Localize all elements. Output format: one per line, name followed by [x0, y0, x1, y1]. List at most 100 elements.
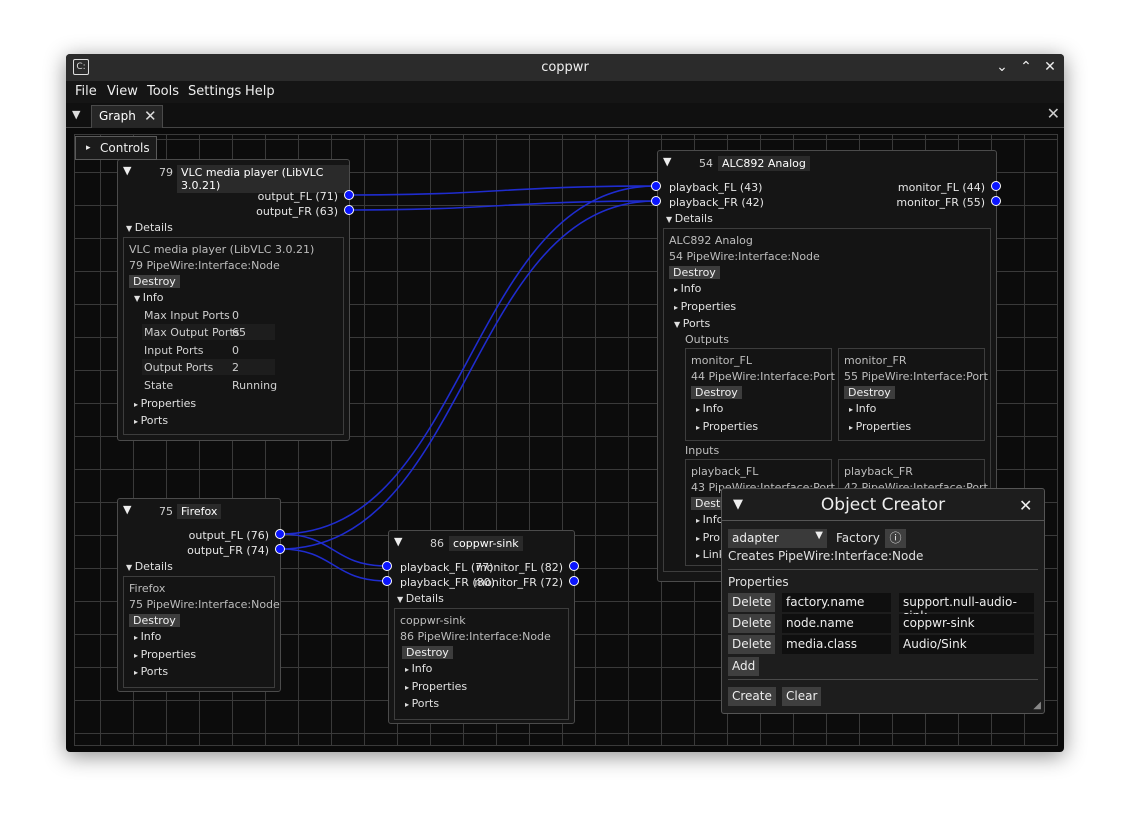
- title-bar[interactable]: C: coppwr ⌄ ⌃ ✕: [66, 54, 1064, 81]
- info-icon[interactable]: ⓘ: [885, 529, 906, 548]
- property-value-input[interactable]: coppwr-sink: [899, 614, 1034, 633]
- delete-button[interactable]: Delete: [728, 593, 776, 612]
- port-pin[interactable]: [569, 576, 579, 586]
- node-id: 86: [430, 537, 444, 550]
- info-key: Input Ports: [144, 344, 204, 357]
- collapse-icon[interactable]: ▼: [394, 535, 402, 548]
- delete-button[interactable]: Delete: [728, 614, 776, 633]
- minimize-icon[interactable]: ⌄: [994, 59, 1010, 75]
- details-panel: coppwr-sink 86 PipeWire:Interface:Node D…: [394, 608, 569, 720]
- ports-toggle[interactable]: ▸ Ports: [134, 665, 168, 678]
- properties-toggle[interactable]: ▸ Properties: [405, 680, 467, 693]
- ports-toggle[interactable]: ▸ Ports: [405, 697, 439, 710]
- node-title[interactable]: Firefox: [177, 504, 222, 519]
- port-pin[interactable]: [275, 544, 285, 554]
- close-icon[interactable]: ✕: [1019, 496, 1032, 515]
- property-value-input[interactable]: Audio/Sink: [899, 635, 1034, 654]
- factory-select[interactable]: adapter ▼: [728, 529, 827, 548]
- node-vlc[interactable]: ▼ 79 VLC media player (LibVLC 3.0.21) ou…: [117, 159, 350, 441]
- properties-label: Properties: [728, 575, 789, 589]
- info-toggle[interactable]: ▸ Info: [849, 402, 876, 415]
- destroy-button[interactable]: Destroy: [402, 646, 453, 659]
- port-pin[interactable]: [382, 576, 392, 586]
- collapse-icon[interactable]: ▼: [123, 164, 131, 177]
- info-value: 65: [232, 326, 246, 339]
- factory-select-value: adapter: [732, 531, 779, 545]
- properties-toggle[interactable]: ▸ Properties: [849, 420, 911, 433]
- resize-grip-icon[interactable]: ◢: [1033, 700, 1041, 711]
- properties-toggle[interactable]: ▸ Properties: [674, 300, 736, 313]
- details-toggle[interactable]: ▼ Details: [126, 560, 173, 573]
- destroy-button[interactable]: Destroy: [129, 614, 180, 627]
- node-name: VLC media player (LibVLC 3.0.21): [129, 243, 315, 256]
- destroy-button[interactable]: Destroy: [844, 386, 895, 399]
- destroy-button[interactable]: Destroy: [669, 266, 720, 279]
- node-firefox[interactable]: ▼ 75 Firefox output_FL (76) output_FR (7…: [117, 498, 281, 692]
- info-toggle[interactable]: ▸ Info: [696, 402, 723, 415]
- collapse-icon[interactable]: ▼: [123, 503, 131, 516]
- collapse-icon[interactable]: ▼: [663, 155, 671, 168]
- port-pin[interactable]: [569, 561, 579, 571]
- inputs-label: Inputs: [685, 444, 720, 457]
- node-interface: 54 PipeWire:Interface:Node: [669, 250, 820, 263]
- property-key-input[interactable]: factory.name: [782, 593, 891, 612]
- port-label: output_FR (63): [256, 205, 338, 218]
- info-toggle[interactable]: ▸ Info: [134, 630, 161, 643]
- menu-settings[interactable]: Settings: [188, 84, 241, 99]
- port-pin[interactable]: [651, 196, 661, 206]
- port-label: monitor_FR (55): [896, 196, 985, 209]
- port-label: output_FR (74): [187, 544, 269, 557]
- menu-view[interactable]: View: [107, 84, 138, 99]
- info-value: 2: [232, 361, 239, 374]
- details-toggle[interactable]: ▼ Details: [126, 221, 173, 234]
- close-icon[interactable]: ✕: [1042, 59, 1058, 75]
- panel-close-icon[interactable]: ✕: [1047, 104, 1060, 123]
- menu-tools[interactable]: Tools: [147, 84, 179, 99]
- tab-close-icon[interactable]: ✕: [144, 107, 157, 125]
- port-pin[interactable]: [275, 529, 285, 539]
- node-interface: 86 PipeWire:Interface:Node: [400, 630, 551, 643]
- info-toggle[interactable]: ▼ Info: [134, 291, 164, 304]
- ports-toggle[interactable]: ▸ Ports: [134, 414, 168, 427]
- port-pin[interactable]: [382, 561, 392, 571]
- details-toggle[interactable]: ▼ Details: [397, 592, 444, 605]
- object-creator-window[interactable]: ▼ Object Creator ✕ adapter ▼ Factory ⓘ C…: [721, 488, 1045, 714]
- properties-toggle[interactable]: ▸ Properties: [134, 397, 196, 410]
- destroy-button[interactable]: Destroy: [129, 275, 180, 288]
- create-button[interactable]: Create: [728, 687, 776, 706]
- node-id: 54: [699, 157, 713, 170]
- clear-button[interactable]: Clear: [782, 687, 822, 706]
- tab-collapse-icon[interactable]: ▼: [72, 108, 80, 121]
- tab-graph[interactable]: Graph ✕: [91, 105, 163, 128]
- info-key: Max Output Ports: [144, 326, 240, 339]
- property-key-input[interactable]: node.name: [782, 614, 891, 633]
- ports-toggle[interactable]: ▼ Ports: [674, 317, 710, 330]
- maximize-icon[interactable]: ⌃: [1018, 59, 1034, 75]
- menu-file[interactable]: File: [75, 84, 97, 99]
- menu-help[interactable]: Help: [245, 84, 275, 99]
- properties-toggle[interactable]: ▸ Properties: [696, 420, 758, 433]
- port-pin[interactable]: [991, 181, 1001, 191]
- info-toggle[interactable]: ▸ Info: [405, 662, 432, 675]
- property-key-input[interactable]: media.class: [782, 635, 891, 654]
- destroy-button[interactable]: Destroy: [691, 386, 742, 399]
- node-coppwr-sink[interactable]: ▼ 86 coppwr-sink playback_FL (77) playba…: [388, 530, 575, 724]
- property-value-input[interactable]: support.null-audio-sink: [899, 593, 1034, 623]
- port-pin[interactable]: [991, 196, 1001, 206]
- node-id: 75: [159, 505, 173, 518]
- port-pin[interactable]: [344, 205, 354, 215]
- delete-button[interactable]: Delete: [728, 635, 776, 654]
- controls-button[interactable]: ▸ Controls: [75, 136, 157, 160]
- node-title[interactable]: coppwr-sink: [449, 536, 523, 551]
- properties-toggle[interactable]: ▸ Properties: [134, 648, 196, 661]
- details-toggle[interactable]: ▼ Details: [666, 212, 713, 225]
- port-pin[interactable]: [651, 181, 661, 191]
- port-name: monitor_FR: [844, 354, 907, 367]
- object-creator-title: Object Creator: [820, 495, 946, 515]
- info-toggle[interactable]: ▸ Info: [696, 513, 723, 526]
- node-title[interactable]: ALC892 Analog: [718, 156, 810, 171]
- port-pin[interactable]: [344, 190, 354, 200]
- info-toggle[interactable]: ▸ Info: [674, 282, 701, 295]
- add-property-button[interactable]: Add: [728, 657, 760, 676]
- node-title[interactable]: VLC media player (LibVLC 3.0.21): [177, 165, 349, 193]
